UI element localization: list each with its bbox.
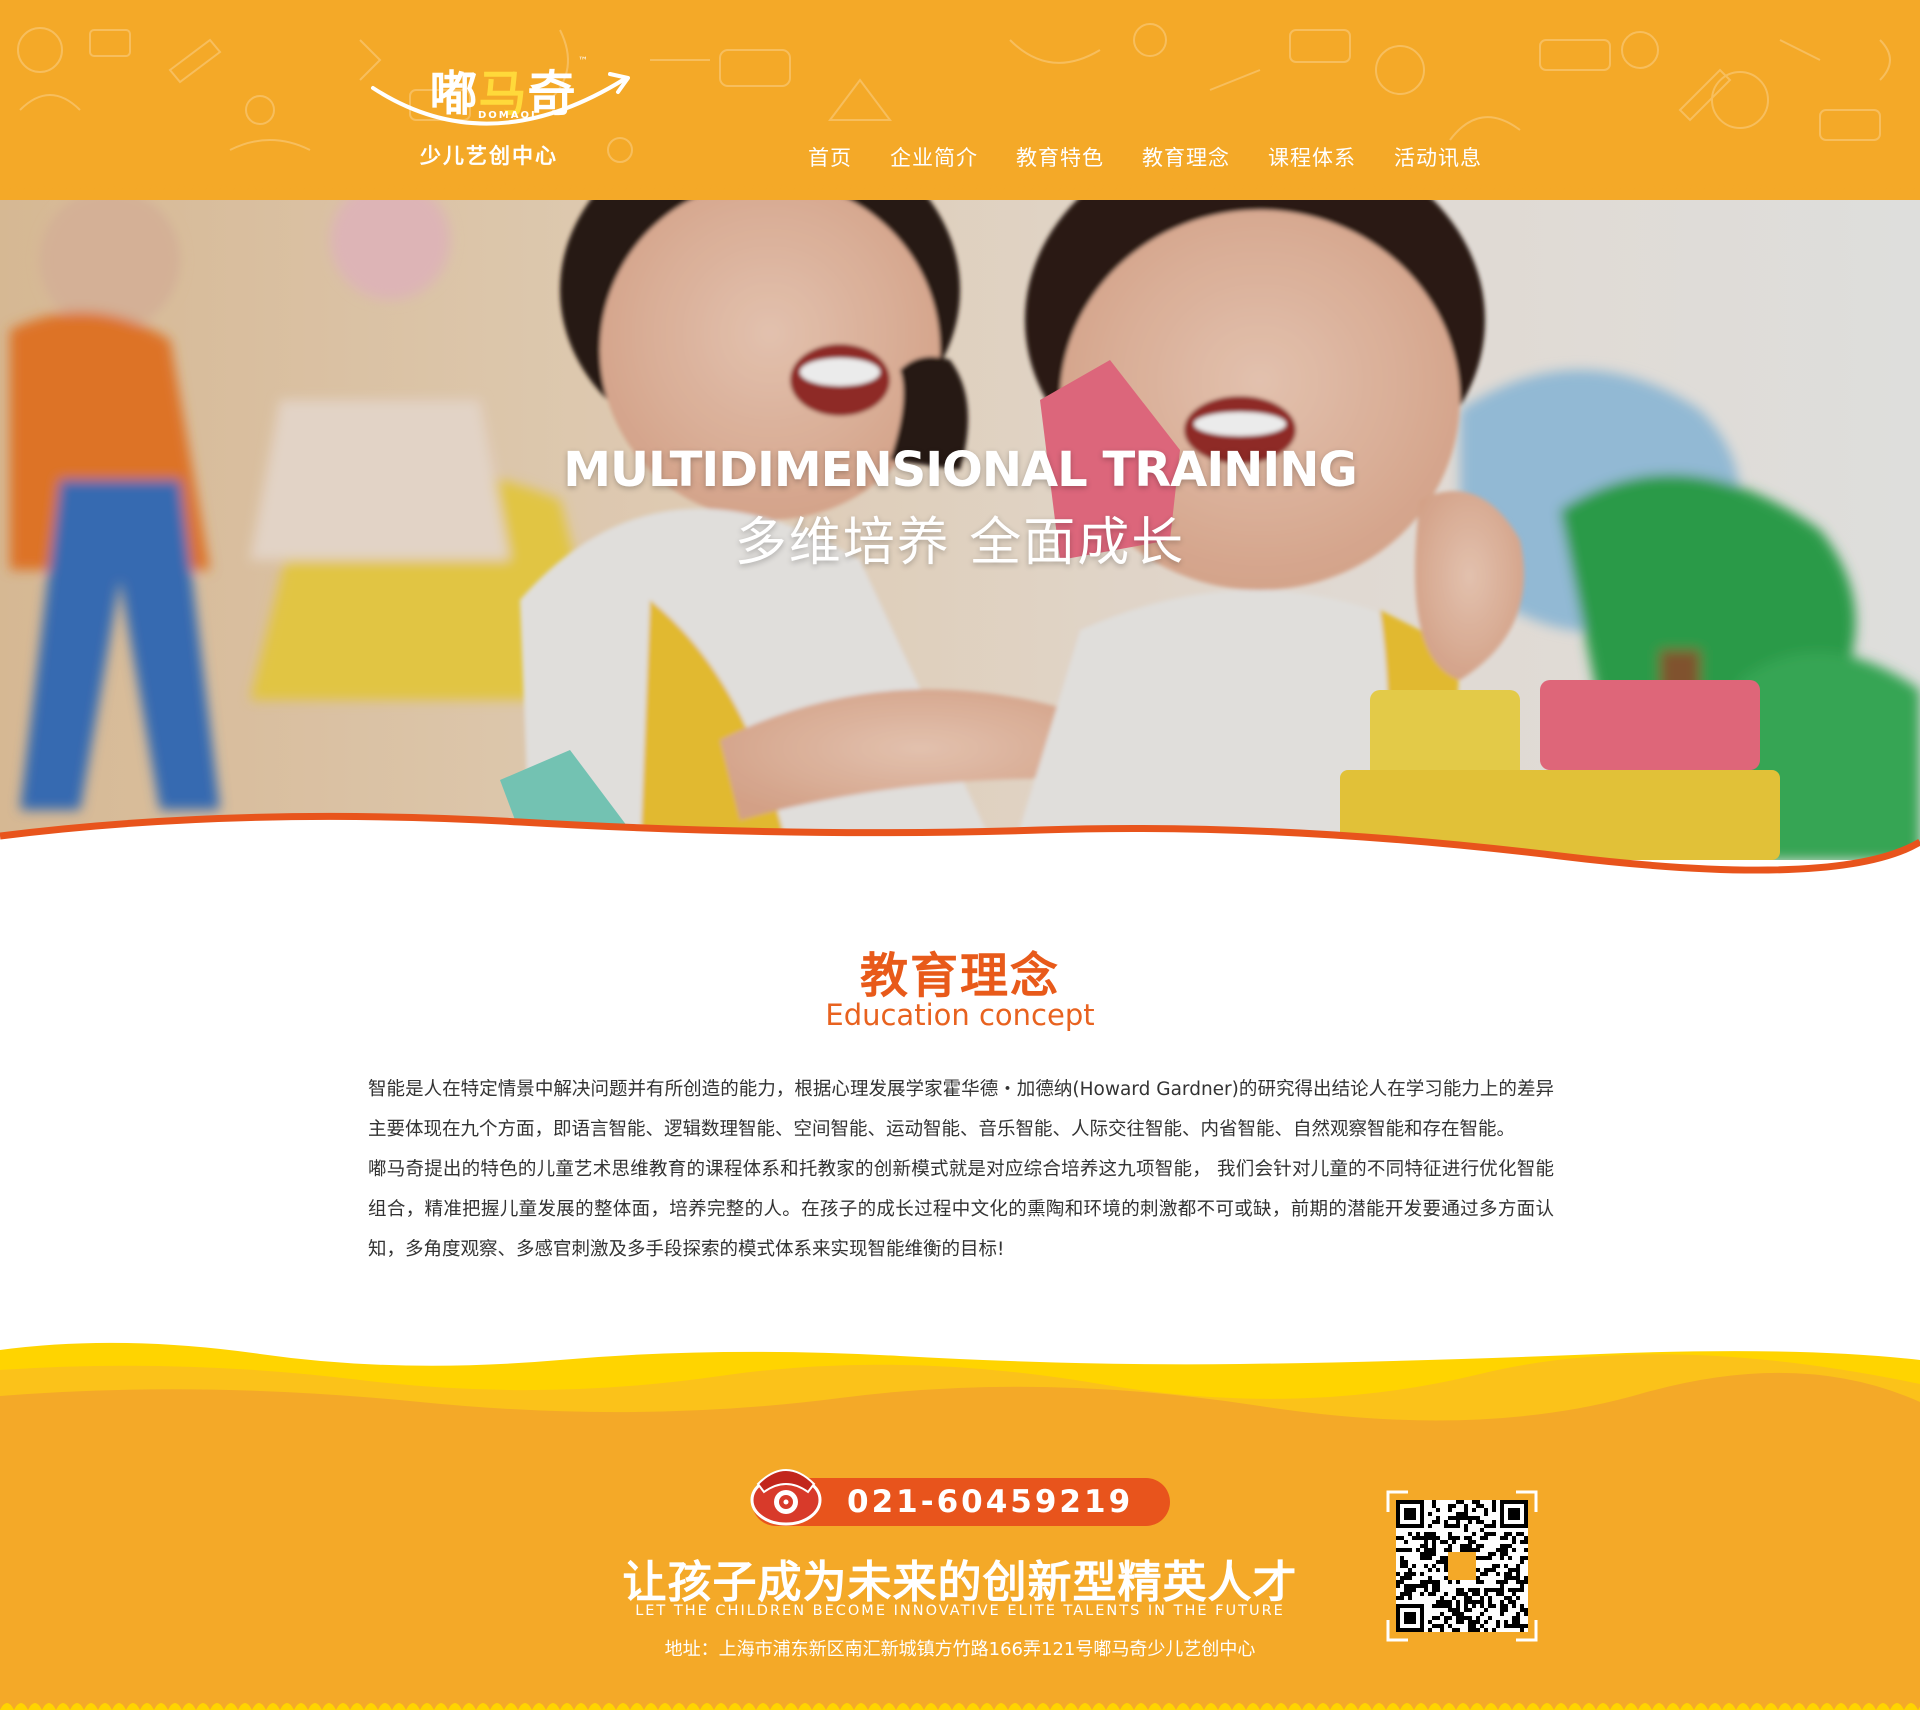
- site-header: 嘟马奇 ™ DOMAQI 少儿艺创中心 首页 企业简介 教育特色 教育理念 课程…: [0, 0, 1920, 200]
- nav-item-courses[interactable]: 课程体系: [1268, 142, 1356, 172]
- main-nav: 首页 企业简介 教育特色 教育理念 课程体系 活动讯息: [808, 142, 1520, 172]
- phone-number[interactable]: 021-60459219: [847, 1484, 1133, 1520]
- logo-char-1: 嘟: [429, 66, 479, 122]
- body-paragraph-2: 嘟马奇提出的特色的儿童艺术思维教育的课程体系和托教家的创新模式就是对应综合培养这…: [368, 1159, 1554, 1260]
- wechat-qr[interactable]: [1386, 1490, 1538, 1642]
- nav-item-events[interactable]: 活动讯息: [1394, 142, 1482, 172]
- nav-item-about[interactable]: 企业简介: [890, 142, 978, 172]
- hero-subtitle: 多维培养 全面成长: [734, 513, 1186, 573]
- nav-item-home[interactable]: 首页: [808, 142, 852, 172]
- footer-scallop-edge: [0, 1696, 1920, 1710]
- footer-slogan: 让孩子成为未来的创新型精英人才: [622, 1557, 1298, 1608]
- nav-item-features[interactable]: 教育特色: [1016, 142, 1104, 172]
- footer-slogan-english: LET THE CHILDREN BECOME INNOVATIVE ELITE…: [635, 1603, 1285, 1619]
- body-paragraph-1: 智能是人在特定情景中解决问题并有所创造的能力，根据心理发展学家霍华德・加德纳(H…: [368, 1079, 1554, 1140]
- telephone-icon: [750, 1469, 822, 1526]
- section-title: 教育理念: [859, 948, 1060, 1004]
- hero-title: MULTIDIMENSIONAL TRAINING: [563, 442, 1358, 498]
- hero-banner: MULTIDIMENSIONAL TRAINING 多维培养 全面成长: [0, 180, 1920, 860]
- footer-wave-divider: [0, 1342, 1920, 1470]
- section-body: 智能是人在特定情景中解决问题并有所创造的能力，根据心理发展学家霍华德・加德纳(H…: [368, 1070, 1554, 1270]
- footer-address: 地址：上海市浦东新区南汇新城镇方竹路166弄121号嘟马奇少儿艺创中心: [664, 1639, 1256, 1660]
- brand-logo[interactable]: 嘟马奇 ™ DOMAQI 少儿艺创中心: [368, 48, 638, 168]
- hero-wave-divider: [0, 812, 1920, 890]
- logo-trademark: ™: [578, 56, 588, 67]
- qr-code-icon: [1396, 1500, 1528, 1632]
- logo-subtitle: 少儿艺创中心: [420, 144, 558, 168]
- nav-item-philosophy[interactable]: 教育理念: [1142, 142, 1230, 172]
- phone-contact[interactable]: 021-60459219: [750, 1469, 1170, 1526]
- header-scallop-edge: [0, 180, 1920, 191]
- logo-english-name: DOMAQI: [478, 110, 537, 121]
- section-subtitle: Education concept: [825, 998, 1095, 1032]
